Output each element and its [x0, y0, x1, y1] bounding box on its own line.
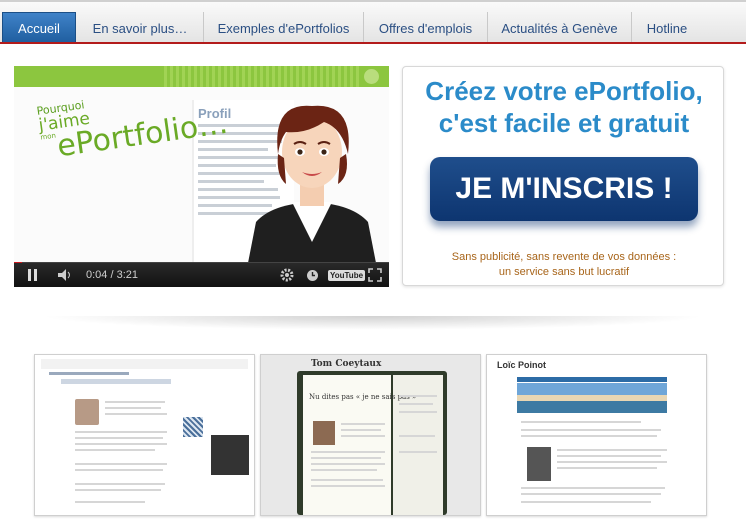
example-thumbnail-3[interactable]: Loïc Poinot — [486, 354, 707, 516]
tab-en-savoir-plus[interactable]: En savoir plus… — [77, 12, 204, 44]
signup-note-line1: Sans publicité, sans revente de vos donn… — [451, 251, 677, 263]
signup-button[interactable]: JE M'INSCRIS ! — [430, 157, 698, 221]
avatar-character-icon — [248, 105, 376, 263]
example-3-title: Loïc Poinot — [497, 360, 546, 370]
example-2-title: Tom Coeytaux — [311, 359, 382, 369]
tab-offres-emplois[interactable]: Offres d'emplois — [364, 12, 488, 44]
volume-icon[interactable] — [58, 266, 72, 284]
tab-exemples-eportfolios[interactable]: Exemples d'ePortfolios — [204, 12, 364, 44]
section-divider — [40, 316, 706, 330]
tab-hotline[interactable]: Hotline — [632, 12, 702, 44]
nav-underline — [0, 42, 746, 44]
tab-accueil[interactable]: Accueil — [2, 12, 76, 44]
tab-actualites-geneve[interactable]: Actualités à Genève — [488, 12, 632, 44]
fullscreen-icon[interactable] — [368, 266, 382, 284]
signup-panel: Créez votre ePortfolio, c'est facile et … — [402, 66, 724, 286]
youtube-logo[interactable]: YouTube — [328, 266, 366, 284]
main-nav: Accueil En savoir plus… Exemples d'ePort… — [0, 0, 746, 44]
elgg-logo-icon — [364, 69, 379, 84]
example-thumbnail-2[interactable]: Tom Coeytaux Nu dites pas « je ne sais p… — [260, 354, 481, 516]
video-frame[interactable]: Profil Pourquoi j'aime monePortfolio… — [14, 66, 389, 263]
signup-title-line1: Créez votre ePortfolio, — [425, 76, 703, 106]
pause-icon[interactable] — [28, 266, 38, 284]
signup-note-line2: un service sans but lucratif — [498, 266, 630, 278]
watch-later-clock-icon[interactable] — [306, 266, 319, 284]
video-time: 0:04 / 3:21 — [86, 269, 138, 281]
video-player[interactable]: Profil Pourquoi j'aime monePortfolio… 0:… — [14, 66, 389, 287]
example-thumbnail-1[interactable] — [34, 354, 255, 516]
signup-title-line2: c'est facile et gratuit — [438, 108, 690, 138]
settings-gear-icon[interactable] — [280, 266, 294, 284]
